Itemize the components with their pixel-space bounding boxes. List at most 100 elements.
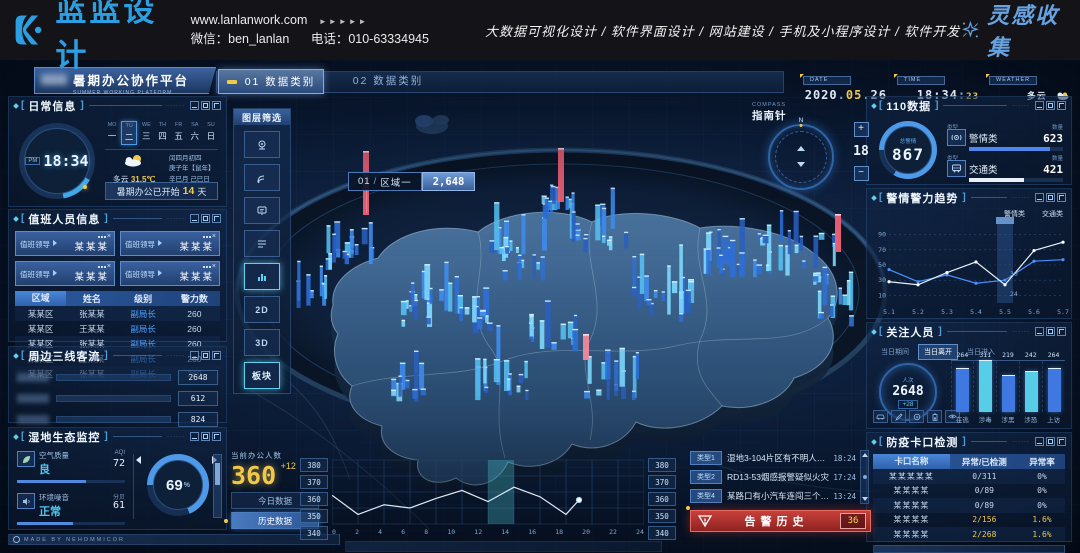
expand-icon[interactable] bbox=[212, 432, 221, 441]
layer-button-2d[interactable]: 2D bbox=[244, 296, 280, 323]
expand-icon[interactable] bbox=[1057, 193, 1066, 202]
layer-button-3d[interactable]: 3D bbox=[244, 329, 280, 356]
minimize-icon[interactable] bbox=[190, 351, 199, 360]
bar-column[interactable]: 264上访 bbox=[1042, 351, 1065, 424]
more-icon[interactable] bbox=[203, 266, 205, 268]
expand-icon[interactable] bbox=[212, 351, 221, 360]
bar-column[interactable]: 311涉毒 bbox=[974, 351, 997, 424]
window-icon[interactable] bbox=[201, 432, 210, 441]
weekday-cell[interactable]: SU 日 bbox=[204, 121, 218, 145]
expand-icon[interactable] bbox=[1057, 327, 1066, 336]
weekday-cell[interactable]: WE 三 bbox=[139, 121, 153, 145]
expand-icon[interactable] bbox=[1057, 437, 1066, 446]
website-link[interactable]: www.lanlanwork.com bbox=[191, 13, 308, 27]
alert-history-button[interactable]: 告警历史 36 bbox=[690, 510, 871, 532]
window-icon[interactable] bbox=[201, 214, 210, 223]
layer-button-camera[interactable] bbox=[244, 131, 280, 158]
layer-button-chart[interactable] bbox=[244, 263, 280, 290]
minimize-icon[interactable] bbox=[1035, 101, 1044, 110]
alert-row[interactable]: 类型4 某路口有小汽车连闯三个红灯 13:24 bbox=[690, 488, 856, 504]
pen-icon[interactable] bbox=[891, 410, 906, 423]
gauge-slider[interactable] bbox=[213, 454, 222, 518]
traffic-type-row[interactable]: 类型数量 交通类421 bbox=[947, 154, 1063, 182]
map-tooltip[interactable]: 01/区域一 2,648 bbox=[348, 172, 475, 191]
map-bar-cap bbox=[558, 148, 564, 150]
alert-row[interactable]: 类型1 湿地3-104片区有不明人员闯入 18:24 bbox=[690, 450, 856, 466]
layer-button-list[interactable] bbox=[244, 230, 280, 257]
weekday-cell[interactable]: SA 六 bbox=[188, 121, 202, 145]
layer-button-blocks[interactable]: 板块 bbox=[244, 362, 280, 389]
bar-column[interactable]: 264在逃 bbox=[951, 351, 974, 424]
minimize-icon[interactable] bbox=[190, 214, 199, 223]
compass-dial[interactable]: N bbox=[768, 124, 834, 190]
window-icon[interactable] bbox=[1046, 193, 1055, 202]
more-icon[interactable] bbox=[203, 236, 205, 238]
inspiration-collect[interactable]: 灵感收集 bbox=[960, 0, 1064, 62]
weekday-cell[interactable]: FR 五 bbox=[172, 121, 186, 145]
weekday-cell[interactable]: TH 四 bbox=[155, 121, 169, 145]
duty-leader-card[interactable]: 值班领导 × 某某某 bbox=[15, 231, 115, 256]
scroll-up-icon[interactable] bbox=[862, 453, 868, 457]
expand-icon[interactable] bbox=[212, 101, 221, 110]
window-icon[interactable] bbox=[1046, 437, 1055, 446]
layer-button-marker[interactable] bbox=[244, 197, 280, 224]
minimize-icon[interactable] bbox=[190, 432, 199, 441]
minimize-icon[interactable] bbox=[1035, 437, 1044, 446]
duty-leader-card[interactable]: 值班领导 × 某某某 bbox=[120, 261, 220, 286]
target-icon[interactable] bbox=[909, 410, 924, 423]
table-row[interactable]: 某某某某 2/268 1.6% bbox=[873, 527, 1065, 542]
minimize-icon[interactable] bbox=[190, 101, 199, 110]
expand-icon[interactable] bbox=[212, 214, 221, 223]
flow-row[interactable]: 824 bbox=[17, 411, 218, 427]
col-checkpoint-name[interactable]: 卡口名称 bbox=[873, 454, 950, 469]
table-row[interactable]: 某某某某 0/89 0% bbox=[873, 484, 1065, 499]
bar-column[interactable]: 219涉黑 bbox=[997, 351, 1020, 424]
alarm-type-row[interactable]: 类型数量 警情类623 bbox=[947, 123, 1063, 151]
office-trend-chart[interactable] bbox=[332, 458, 644, 526]
alert-tag: 类型1 bbox=[690, 451, 722, 465]
more-icon[interactable] bbox=[98, 236, 100, 238]
weekday-cell[interactable]: MO 一 bbox=[105, 121, 119, 145]
table-row[interactable]: 某某某某 2/156 1.6% bbox=[873, 513, 1065, 528]
expand-icon[interactable] bbox=[1057, 101, 1066, 110]
car-icon[interactable] bbox=[873, 410, 888, 423]
col-region[interactable]: 区域 bbox=[15, 291, 66, 306]
weekday-cell[interactable]: TU 二 bbox=[121, 121, 137, 145]
table-row[interactable]: 某某某某某 0/311 0% bbox=[873, 469, 1065, 484]
flow-row[interactable]: 612 bbox=[17, 390, 218, 406]
focus-tab[interactable]: 当日期间 bbox=[875, 344, 915, 360]
tab-data-category-2[interactable]: 02 数据类别 bbox=[336, 69, 440, 92]
bar-column[interactable]: 242涉恐 bbox=[1019, 351, 1042, 424]
battery-icon[interactable] bbox=[927, 410, 942, 423]
gauge-prev-arrow[interactable] bbox=[136, 456, 141, 464]
window-icon[interactable] bbox=[201, 101, 210, 110]
legend-item[interactable]: 交通类 bbox=[1033, 209, 1063, 219]
tab-data-category-1[interactable]: 01 数据类别 bbox=[218, 69, 324, 94]
logo[interactable]: 蓝蓝设计 bbox=[14, 0, 165, 75]
minimize-icon[interactable] bbox=[1035, 327, 1044, 336]
trend-line-chart[interactable]: 90705030105.15.25.35.45.55.65.73024 bbox=[871, 217, 1069, 317]
map-bar-cap bbox=[504, 221, 509, 222]
x-axis-tick: 4 bbox=[378, 528, 382, 536]
duty-leader-card[interactable]: 值班领导 × 某某某 bbox=[15, 261, 115, 286]
table-row[interactable]: 某某区 张某某 副局长 260 bbox=[15, 306, 220, 321]
duty-leader-card[interactable]: 值班领导 × 某某某 bbox=[120, 231, 220, 256]
window-icon[interactable] bbox=[1046, 101, 1055, 110]
window-icon[interactable] bbox=[201, 351, 210, 360]
minimize-icon[interactable] bbox=[1035, 193, 1044, 202]
flow-row[interactable]: 2648 bbox=[17, 369, 218, 385]
legend-item[interactable]: 警情类 bbox=[995, 209, 1025, 219]
more-icon[interactable] bbox=[98, 266, 100, 268]
scroll-thumb[interactable] bbox=[863, 475, 867, 479]
table-row[interactable]: 某某某某 0/89 0% bbox=[873, 498, 1065, 513]
table-row[interactable]: 某某区 王某某 副局长 260 bbox=[15, 321, 220, 336]
window-icon[interactable] bbox=[1046, 327, 1055, 336]
zoom-in-button[interactable]: + bbox=[854, 122, 869, 137]
scroll-down-icon[interactable] bbox=[862, 497, 868, 501]
zoom-out-button[interactable]: − bbox=[854, 166, 869, 181]
alert-scrollbar[interactable] bbox=[860, 450, 869, 504]
slider-thumb[interactable] bbox=[215, 463, 220, 485]
alert-row[interactable]: 类型2 RD13-53烟感报警疑似火灾 17:24 bbox=[690, 469, 856, 485]
focus-bar-chart[interactable]: 264在逃311涉毒219涉黑242涉恐264上访 bbox=[951, 351, 1065, 424]
layer-button-radar[interactable] bbox=[244, 164, 280, 191]
